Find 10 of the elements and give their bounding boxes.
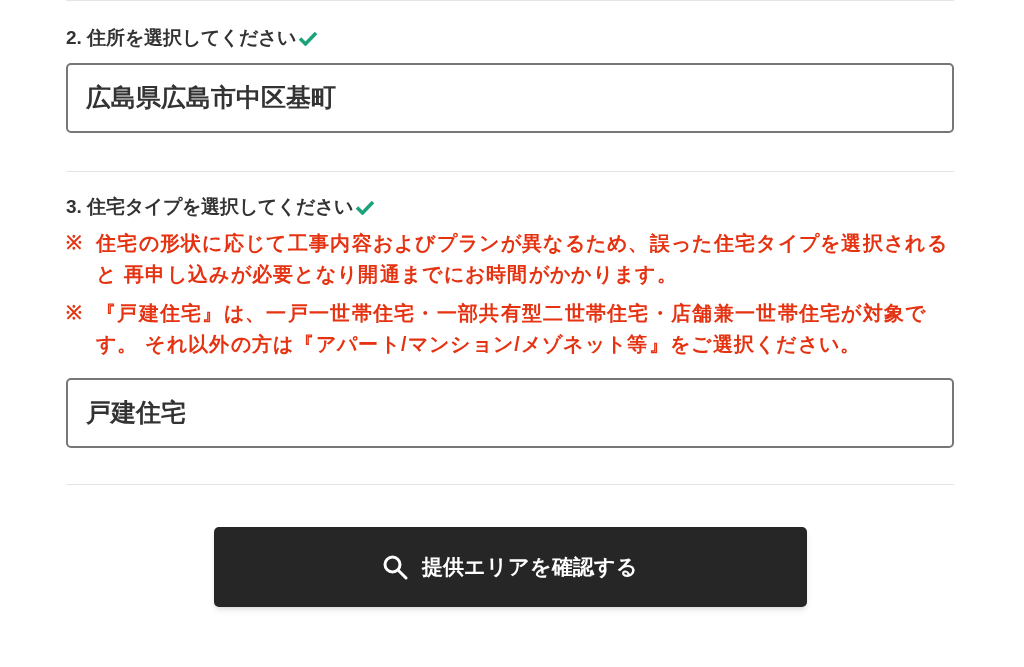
warning-note: 『戸建住宅』は、一戸一世帯住宅・一部共有型二世帯住宅・店舗兼一世帯住宅が対象です。 それ以外の方は『アパート/マンション/メゾネット等』をご選択ください。 bbox=[96, 301, 928, 357]
search-icon bbox=[382, 554, 408, 580]
note-mark: ※ bbox=[66, 231, 83, 255]
warning-note: 住宅の形状に応じて工事内容およびプランが異なるため、誤った住宅タイプを選択されると 再申し込みが必要となり開通までにお時間がかかります。 bbox=[96, 231, 949, 287]
check-area-button[interactable]: 提供エリアを確認する bbox=[213, 527, 807, 607]
field-label: 3. 住宅タイプを選択してください bbox=[66, 195, 354, 219]
select-field[interactable]: 広島県広島市中区基町 bbox=[66, 63, 954, 133]
select-field[interactable]: 戸建住宅 bbox=[66, 378, 954, 448]
field-label: 2. 住所を選択してください bbox=[66, 26, 297, 50]
note-mark: ※ bbox=[66, 301, 83, 325]
